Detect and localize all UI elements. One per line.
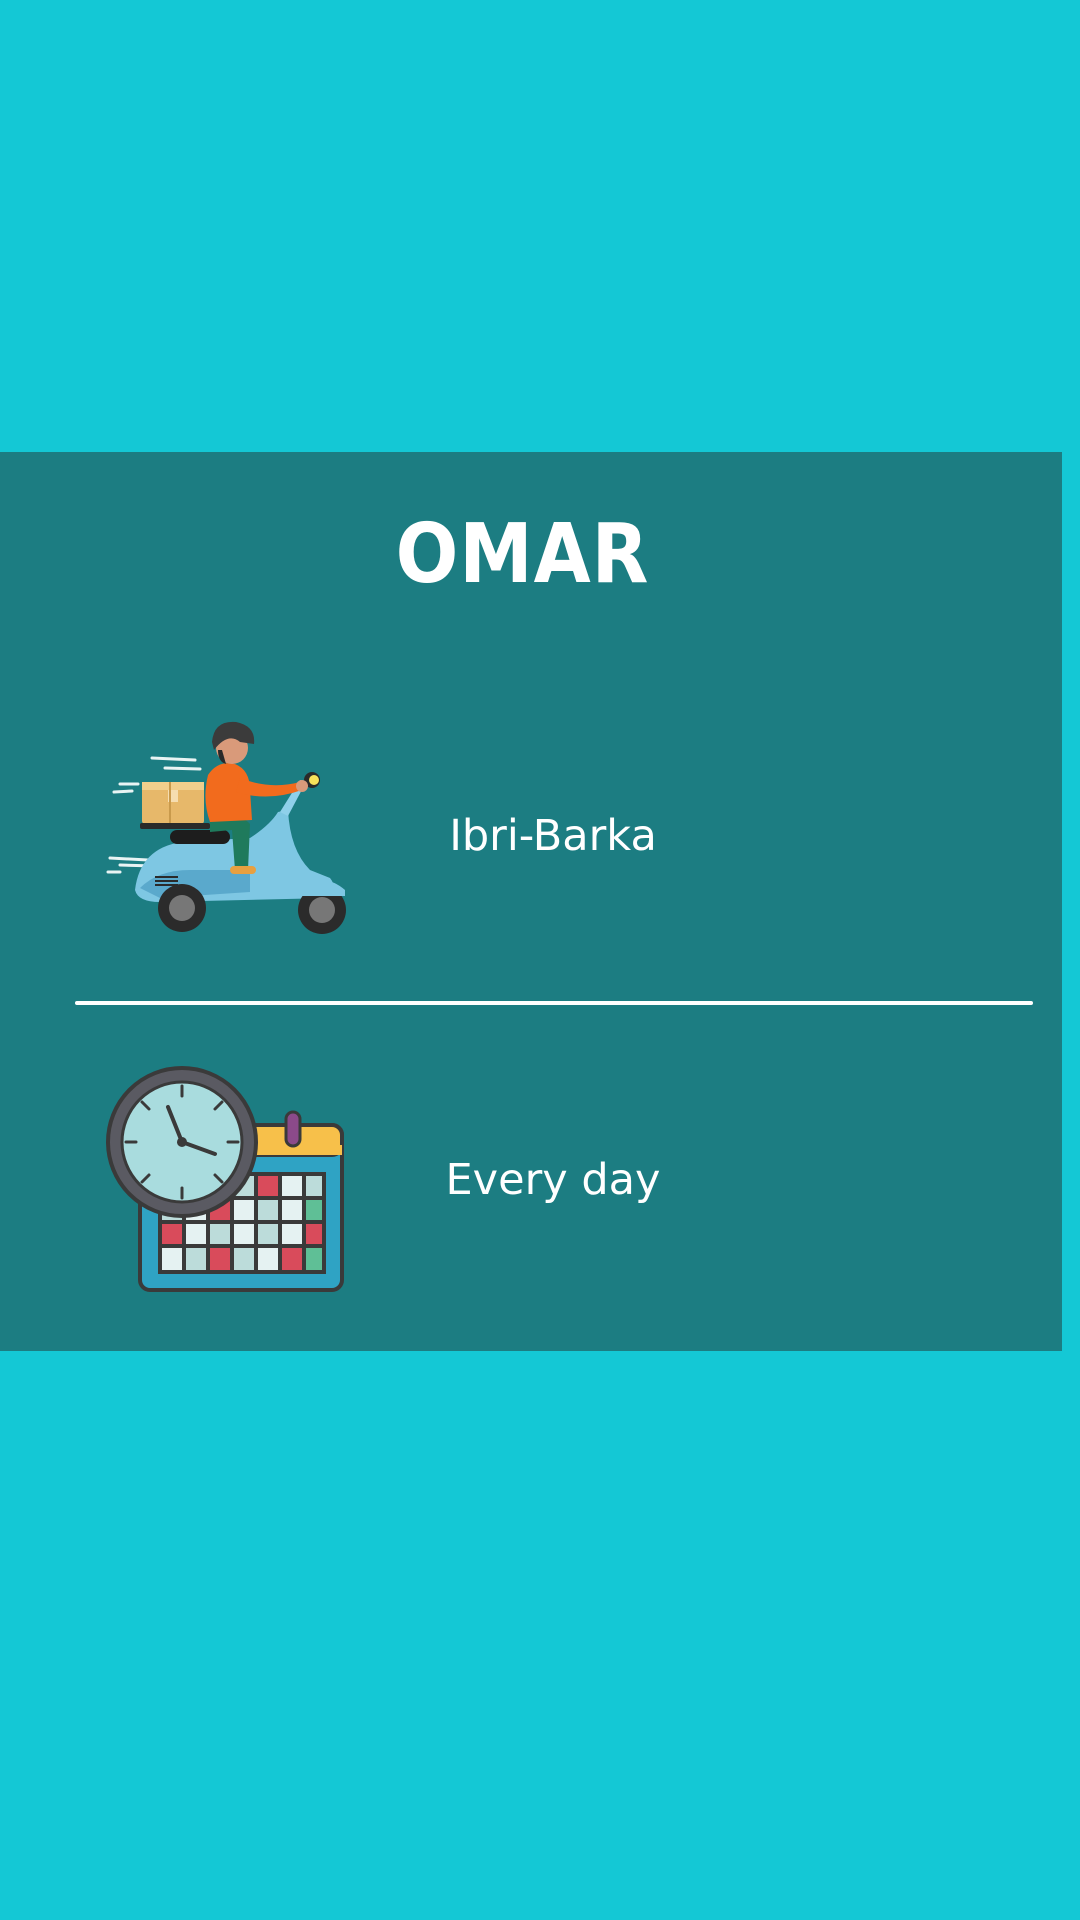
location-label: Ibri-Barka <box>449 811 657 861</box>
section-divider <box>75 1001 1033 1005</box>
schedule-label: Every day <box>445 1155 661 1205</box>
delivery-scooter-icon <box>106 721 346 934</box>
clock-calendar-icon <box>106 1066 344 1292</box>
card-title: OMAR <box>395 507 650 602</box>
